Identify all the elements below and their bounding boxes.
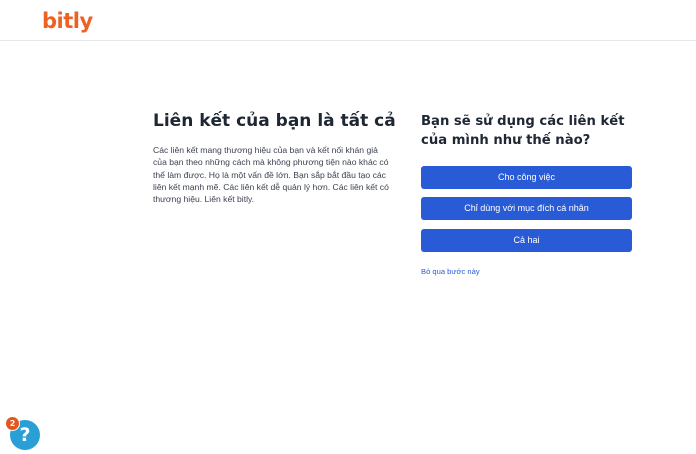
for-work-button[interactable]: Cho công việc <box>421 166 632 189</box>
intro-section: Liên kết của bạn là tất cả Các liên kết … <box>153 110 396 205</box>
usage-survey: Bạn sẽ sử dụng các liên kết của mình như… <box>421 112 633 276</box>
personal-use-button[interactable]: Chỉ dùng với mục đích cá nhân <box>421 197 632 220</box>
help-notification-badge: 2 <box>5 416 20 431</box>
top-bar: bitly <box>0 0 696 41</box>
intro-description: Các liên kết mang thương hiệu của bạn và… <box>153 145 389 205</box>
question-mark-icon: ? <box>19 424 31 446</box>
page-headline: Liên kết của bạn là tất cả <box>153 111 396 131</box>
survey-question: Bạn sẽ sử dụng các liên kết của mình như… <box>421 114 625 148</box>
bitly-logo[interactable]: bitly <box>42 8 93 34</box>
both-button[interactable]: Cả hai <box>421 229 632 252</box>
skip-step-link[interactable]: Bỏ qua bước này <box>421 267 480 277</box>
